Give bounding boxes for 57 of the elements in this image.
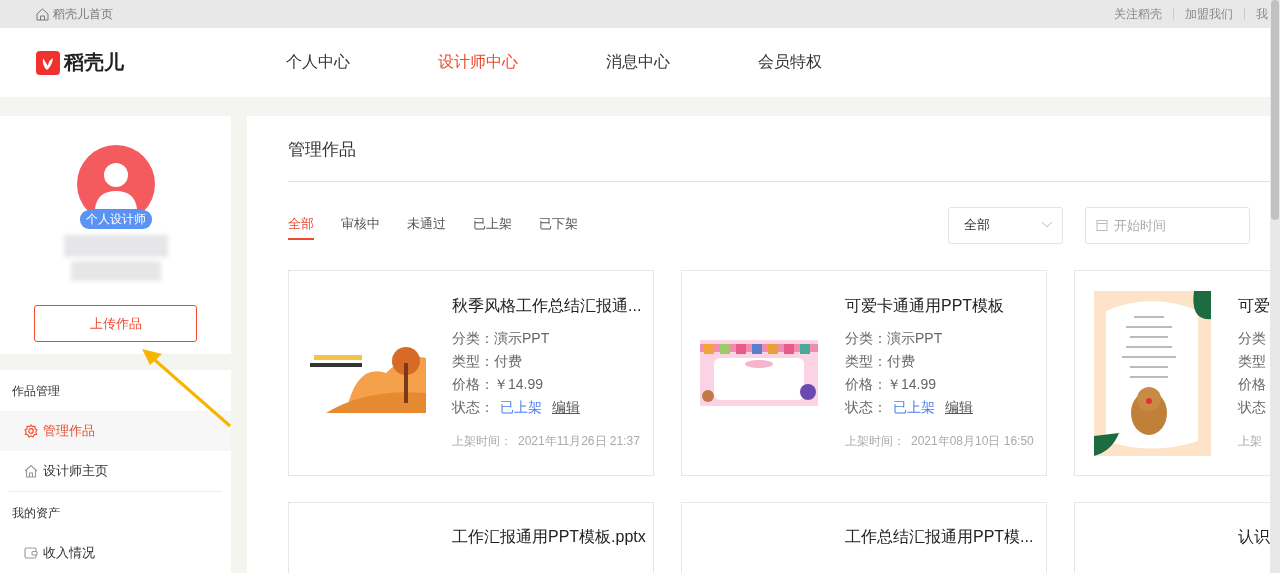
nav-item[interactable]: 会员特权 [758, 52, 822, 73]
time-label: 上架时间： [845, 434, 905, 448]
status-label: 状态： [845, 399, 887, 415]
upload-button[interactable]: 上传作品 [34, 305, 197, 342]
sidebar-item[interactable]: 设计师主页 [0, 451, 231, 491]
filter-tab[interactable]: 未通过 [407, 215, 446, 240]
time-value: 2021年08月10日 16:50 [911, 434, 1034, 448]
home-icon [36, 7, 49, 21]
time-label: 上架 [1238, 434, 1262, 448]
work-title[interactable]: 工作总结汇报通用PPT模... [845, 527, 1034, 548]
sidebar-item[interactable]: 管理作品 [0, 411, 231, 451]
edit-link[interactable]: 编辑 [552, 399, 580, 415]
work-title[interactable]: 可爱 [1238, 296, 1270, 317]
nav-item[interactable]: 设计师中心 [438, 52, 518, 73]
filter-tab[interactable]: 已下架 [539, 215, 578, 240]
chevron-down-icon [1042, 222, 1052, 228]
work-detail: 类型 [1238, 352, 1267, 371]
home-icon [24, 464, 38, 478]
designer-badge: 个人设计师 [79, 210, 152, 229]
work-detail: 分类 [1238, 329, 1267, 348]
filter-tab[interactable]: 已上架 [473, 215, 512, 240]
section-heading: 我的资产 [11, 505, 61, 522]
time-value: 2021年11月26日 21:37 [518, 434, 640, 448]
home-link[interactable]: 稻壳儿首页 [36, 5, 113, 23]
logo-text: 稻壳儿 [64, 50, 124, 75]
status-value: 已上架 [893, 399, 935, 415]
wallet-icon [24, 546, 38, 560]
work-title[interactable]: 秋季风格工作总结汇报通... [452, 296, 642, 317]
section-heading: 作品管理 [11, 383, 61, 400]
sidebar-item[interactable]: 收入情况 [0, 533, 231, 573]
calendar-icon [1096, 219, 1108, 231]
nav-item[interactable]: 消息中心 [606, 52, 670, 73]
scrollbar[interactable] [1270, 0, 1280, 573]
scrollbar-thumb[interactable] [1271, 0, 1279, 220]
status-value: 已上架 [500, 399, 542, 415]
work-detail: 状态 [1238, 398, 1267, 417]
filter-tab[interactable]: 全部 [288, 215, 314, 240]
work-detail: 分类：演示PPT [452, 329, 551, 348]
work-detail: 分类：演示PPT [845, 329, 944, 348]
work-detail: 类型：付费 [452, 352, 523, 371]
start-date-field[interactable]: 开始时间 [1085, 206, 1250, 244]
work-detail: 价格：￥14.99 [845, 375, 938, 394]
nav-item[interactable]: 个人中心 [286, 52, 350, 73]
time-label: 上架时间： [452, 434, 512, 448]
work-title[interactable]: 可爱卡通通用PPT模板 [845, 296, 1034, 317]
status-label: 状态： [452, 399, 494, 415]
work-detail: 价格 [1238, 375, 1267, 394]
work-detail: 类型：付费 [845, 352, 916, 371]
logo-icon [36, 50, 60, 75]
filter-tab[interactable]: 审核中 [341, 215, 380, 240]
page-title: 管理作品 [288, 139, 357, 160]
work-title[interactable]: 工作汇报通用PPT模板.pptx [452, 527, 645, 548]
work-detail: 价格：￥14.99 [452, 375, 545, 394]
edit-link[interactable]: 编辑 [945, 399, 973, 415]
work-title[interactable]: 认识 [1238, 527, 1270, 548]
gear-icon [24, 424, 38, 438]
category-select[interactable]: 全部 [948, 206, 1063, 244]
